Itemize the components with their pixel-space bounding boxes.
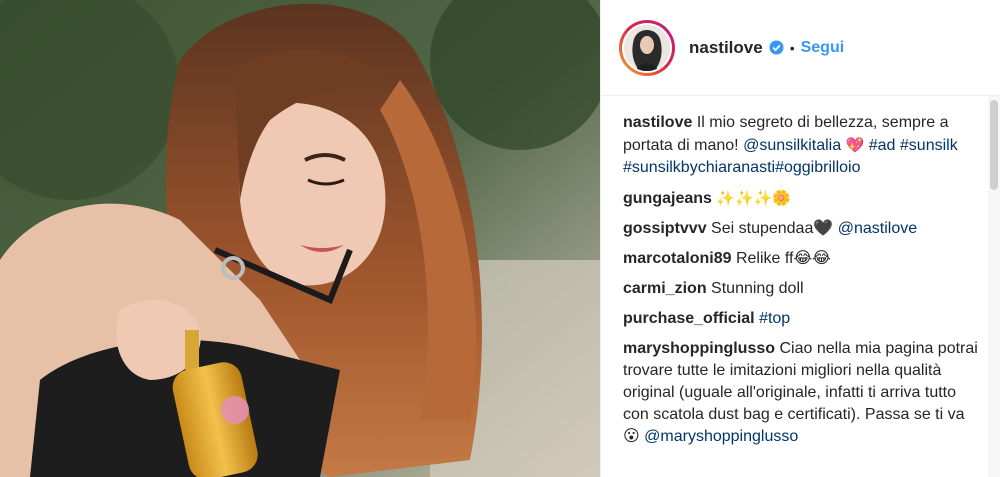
caption: nastilove Il mio segreto di bellezza, se… <box>623 112 978 179</box>
post-header: nastilove • Segui <box>601 0 1000 96</box>
instagram-post: nastilove • Segui nastilove Il mio segre… <box>0 0 1000 477</box>
comment-text: Relike ff😂😂 <box>735 250 831 267</box>
comment-item: gungajeans ✨✨✨🌼 <box>623 187 978 210</box>
avatar-image <box>624 24 670 71</box>
comment-author[interactable]: carmi_zion <box>623 280 707 297</box>
comment-item: maryshoppinglusso Ciao nella mia pagina … <box>623 338 978 448</box>
post-details-panel: nastilove • Segui nastilove Il mio segre… <box>600 0 1000 477</box>
comment-author[interactable]: gossiptvvv <box>623 220 707 237</box>
comment-mention[interactable]: @nastilove <box>838 220 917 237</box>
comment-author[interactable]: maryshoppinglusso <box>623 340 775 357</box>
post-photo[interactable] <box>0 0 600 477</box>
avatar-border <box>622 22 672 73</box>
hashtag-sunsilkbychiaranasti[interactable]: #sunsilkbychiaranasti <box>623 159 775 176</box>
verified-badge-icon <box>769 40 784 55</box>
caption-author[interactable]: nastilove <box>623 114 692 131</box>
comment-item: purchase_official #top <box>623 308 978 330</box>
comment-mention[interactable]: @maryshoppinglusso <box>644 428 798 445</box>
caption-mention[interactable]: @sunsilkitalia <box>743 137 841 154</box>
comments-list: nastilove Il mio segreto di bellezza, se… <box>601 96 1000 448</box>
caption-emoji: 💖 <box>845 136 865 154</box>
comment-item: marcotaloni89 Relike ff😂😂 <box>623 248 978 270</box>
comment-item: carmi_zion Stunning doll <box>623 278 978 300</box>
avatar-illustration <box>624 24 670 71</box>
comment-text: Stunning doll <box>711 280 804 297</box>
comment-text: Sei stupendaa🖤 <box>711 220 834 237</box>
header-separator: • <box>789 39 795 56</box>
comment-author[interactable]: marcotaloni89 <box>623 250 731 267</box>
follow-button[interactable]: Segui <box>801 39 845 57</box>
hashtag-sunsilk[interactable]: #sunsilk <box>900 137 958 154</box>
hashtag-ad[interactable]: #ad <box>869 137 896 154</box>
comment-hashtag[interactable]: #top <box>759 310 790 327</box>
comment-text: ✨✨✨🌼 <box>716 189 792 207</box>
scrollbar-thumb[interactable] <box>990 100 998 190</box>
comment-author[interactable]: purchase_official <box>623 310 755 327</box>
comment-author[interactable]: gungajeans <box>623 190 712 207</box>
header-username[interactable]: nastilove <box>689 38 763 58</box>
comments-scrollbar[interactable] <box>988 96 1000 477</box>
hashtag-oggibrilloio[interactable]: #oggibrilloio <box>775 159 860 176</box>
comment-item: gossiptvvv Sei stupendaa🖤 @nastilove <box>623 218 978 240</box>
post-photo-illustration <box>0 0 600 477</box>
avatar[interactable] <box>619 19 675 76</box>
